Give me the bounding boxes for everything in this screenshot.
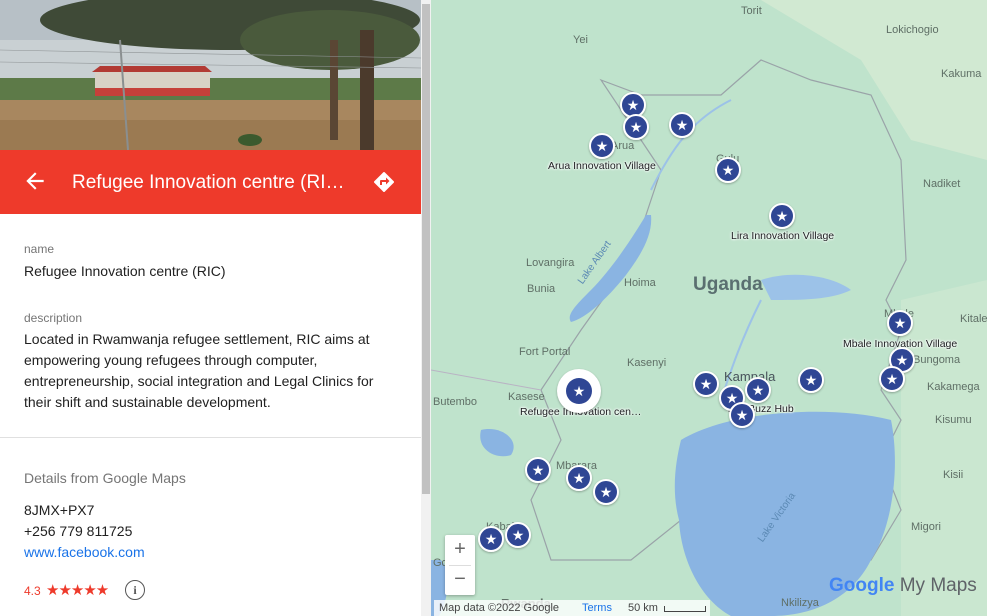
star-icon: ★ <box>804 372 818 388</box>
place-kakuma: Kakuma <box>941 68 982 80</box>
scrollbar-thumb[interactable] <box>422 4 430 494</box>
map-marker[interactable]: ★ <box>505 522 531 548</box>
description-label: description <box>24 311 83 325</box>
map-attribution: Map data ©2022 Google <box>439 602 560 614</box>
marker-label-arua: Arua Innovation Village <box>548 160 656 172</box>
phone-number: +256 779 811725 <box>24 523 133 539</box>
place-hoima: Hoima <box>624 277 656 289</box>
map-marker[interactable]: ★ <box>715 157 741 183</box>
star-icon: ★ <box>775 208 789 224</box>
scale-bar <box>664 606 706 612</box>
star-icon: ★ <box>572 470 586 486</box>
star-icon: ★ <box>721 162 735 178</box>
star-icon: ★ <box>484 531 498 547</box>
place-kisumu: Kisumu <box>935 414 972 426</box>
map-marker-arua[interactable]: ★ <box>589 133 615 159</box>
place-details-panel: Refugee Innovation centre (RI… name Refu… <box>0 0 421 616</box>
map-marker[interactable]: ★ <box>623 114 649 140</box>
info-icon[interactable]: i <box>125 580 145 600</box>
map-footer: Map data ©2022 Google Terms 50 km <box>434 600 710 616</box>
map-marker-mbale[interactable]: ★ <box>887 310 913 336</box>
map-marker[interactable]: ★ <box>798 367 824 393</box>
zoom-divider <box>449 565 471 566</box>
panel-header: Refugee Innovation centre (RI… <box>0 150 421 214</box>
star-icon: ★ <box>595 138 609 154</box>
place-title: Refugee Innovation centre (RI… <box>72 172 345 193</box>
place-lokichogio: Lokichogio <box>886 24 939 36</box>
map-marker[interactable]: ★ <box>478 526 504 552</box>
terms-link[interactable]: Terms <box>582 602 612 614</box>
star-icon: ★ <box>751 382 765 398</box>
zoom-out-button[interactable]: − <box>445 565 475 595</box>
scale-label: 50 km <box>628 602 658 614</box>
map-canvas[interactable]: Torit Yei Lokichogio Kakuma Arua Gulu Na… <box>431 0 987 616</box>
map-marker[interactable]: ★ <box>669 112 695 138</box>
place-yei: Yei <box>573 34 588 46</box>
details-heading: Details from Google Maps <box>24 470 186 486</box>
website-link[interactable]: www.facebook.com <box>24 544 145 560</box>
map-marker[interactable]: ★ <box>593 479 619 505</box>
star-icon: ★ <box>599 484 613 500</box>
zoom-in-button[interactable]: + <box>445 535 475 565</box>
map-marker[interactable]: ★ <box>879 366 905 392</box>
map-marker[interactable]: ★ <box>729 402 755 428</box>
place-butembo: Butembo <box>433 396 478 408</box>
star-icon: ★ <box>531 462 545 478</box>
place-kisii: Kisii <box>943 469 964 481</box>
map-marker[interactable]: ★ <box>693 371 719 397</box>
rating-stars: ★★★★★ <box>46 582 109 599</box>
place-fort-portal: Fort Portal <box>519 346 571 358</box>
rating-value: 4.3 <box>24 584 41 598</box>
zoom-controls: + − <box>445 535 475 595</box>
google-my-maps-logo: Google My Maps <box>829 575 977 597</box>
map-marker-lira[interactable]: ★ <box>769 203 795 229</box>
star-icon: ★ <box>629 119 643 135</box>
place-kakamega: Kakamega <box>927 381 980 393</box>
marker-label-lira: Lira Innovation Village <box>731 230 835 242</box>
map-marker[interactable]: ★ <box>566 465 592 491</box>
place-migori: Migori <box>911 521 941 533</box>
back-arrow-icon[interactable] <box>22 168 48 194</box>
place-nkilizya: Nkilizya <box>781 597 819 609</box>
star-icon: ★ <box>566 378 592 404</box>
star-icon: ★ <box>626 97 640 113</box>
place-kasenyi: Kasenyi <box>627 357 667 369</box>
map-marker[interactable]: ★ <box>525 457 551 483</box>
place-nadiket: Nadiket <box>923 178 961 190</box>
star-icon: ★ <box>699 376 713 392</box>
place-lovangira: Lovangira <box>526 257 575 269</box>
directions-icon[interactable] <box>372 170 396 194</box>
name-value: Refugee Innovation centre (RIC) <box>24 263 226 279</box>
star-icon: ★ <box>511 527 525 543</box>
place-photo[interactable] <box>0 0 421 150</box>
map-marker-selected[interactable]: ★ <box>557 369 601 413</box>
google-wordmark: Google <box>829 575 895 596</box>
mymaps-wordmark: My Maps <box>899 575 977 596</box>
section-divider <box>0 437 421 438</box>
place-kasese: Kasese <box>508 391 545 403</box>
star-icon: ★ <box>735 407 749 423</box>
plus-code: 8JMX+PX7 <box>24 502 95 518</box>
star-icon: ★ <box>893 315 907 331</box>
place-bungoma: Bungoma <box>913 354 961 366</box>
place-torit: Torit <box>741 5 762 17</box>
star-icon: ★ <box>895 352 909 368</box>
star-icon: ★ <box>675 117 689 133</box>
country-label: Uganda <box>693 274 763 295</box>
name-label: name <box>24 242 55 256</box>
place-bunia: Bunia <box>527 283 556 295</box>
star-icon: ★ <box>885 371 899 387</box>
description-value: Located in Rwamwanja refugee settlement,… <box>24 331 374 410</box>
place-kitale: Kitale <box>960 313 987 325</box>
map-marker-techbuzz[interactable]: ★ <box>745 377 771 403</box>
